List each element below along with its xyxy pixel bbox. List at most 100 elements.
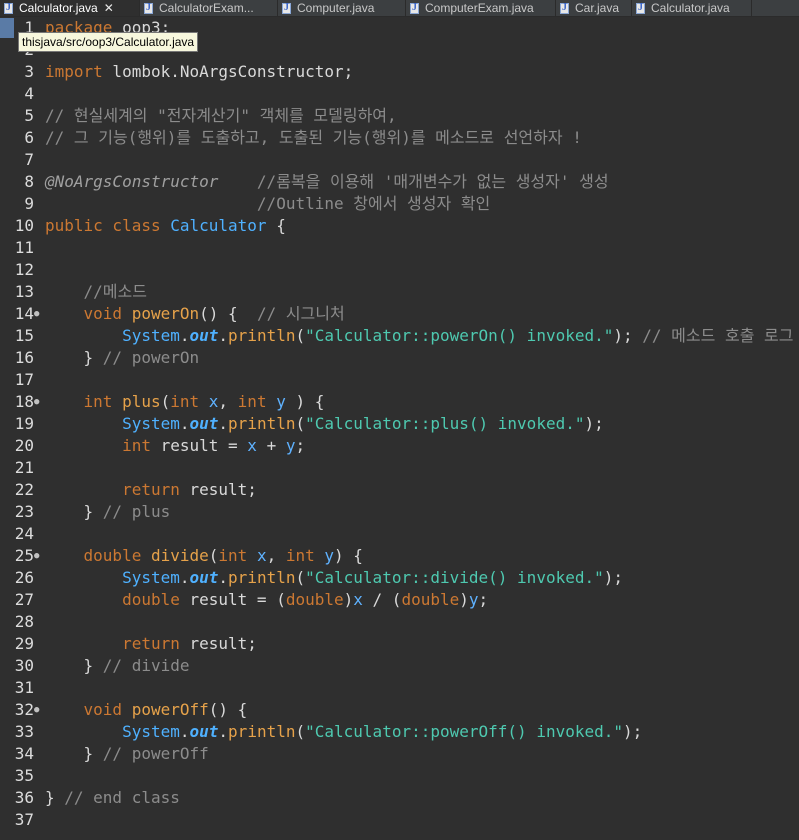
code-line: 25 ● double divide(int x, int y) {: [0, 545, 799, 567]
code-token: ;: [295, 436, 306, 455]
code-token: (: [295, 722, 306, 741]
code-text: System.out.println("Calculator::powerOn(…: [45, 325, 794, 347]
code-token: println: [228, 722, 296, 741]
code-token: int: [285, 546, 325, 565]
code-token: / (: [362, 590, 402, 609]
fold-marker[interactable]: ●: [34, 699, 45, 721]
code-token: println: [228, 326, 296, 345]
code-token: x: [208, 392, 219, 411]
code-line: 5 // 현실세계의 "전자계산기" 객체를 모델링하여,: [0, 105, 799, 127]
code-token: System: [122, 326, 180, 345]
code-token: (: [295, 326, 306, 345]
code-token: // divide: [102, 656, 190, 675]
code-text: @NoArgsConstructor //롬복을 이용해 '매개변수가 없는 생…: [45, 171, 609, 193]
code-token: ,: [266, 546, 286, 565]
code-token: int: [83, 392, 123, 411]
code-token: double: [83, 546, 151, 565]
code-line: 20 int result = x + y;: [0, 435, 799, 457]
line-number: 32: [14, 700, 34, 719]
code-token: // 현실세계의 "전자계산기" 객체를 모델링하여,: [45, 106, 397, 125]
code-line: 7: [0, 149, 799, 171]
code-line: 10 public class Calculator {: [0, 215, 799, 237]
code-line: 29 return result;: [0, 633, 799, 655]
tab-5[interactable]: Calculator.java: [632, 0, 752, 16]
editor-tab-bar: Calculator.java ✕ CalculatorExam... Compute…: [0, 0, 799, 17]
close-icon[interactable]: ✕: [104, 1, 114, 15]
code-token: ): [459, 590, 469, 609]
code-line: 36} // end class: [0, 787, 799, 809]
code-text: int plus(int x, int y ) {: [45, 391, 325, 413]
code-text: void powerOff() {: [45, 699, 248, 721]
fold-marker[interactable]: ●: [34, 391, 45, 413]
code-token: // end class: [64, 788, 180, 807]
code-text: import lombok.NoArgsConstructor;: [45, 61, 353, 83]
code-token: x: [353, 590, 363, 609]
tab-2[interactable]: Computer.java: [278, 0, 406, 16]
code-token: out: [189, 722, 219, 741]
code-line: 6 // 그 기능(행위)를 도출하고, 도출된 기능(행위)를 메소드로 선언하…: [0, 127, 799, 149]
code-line: 13 //메소드: [0, 281, 799, 303]
code-token: println: [228, 568, 296, 587]
code-token: double: [285, 590, 344, 609]
java-file-icon: [4, 2, 13, 14]
line-number: 30: [14, 656, 34, 675]
tab-label: CalculatorExam...: [159, 1, 254, 15]
code-line: 31: [0, 677, 799, 699]
code-line: 8 @NoArgsConstructor //롬복을 이용해 '매개변수가 없는 …: [0, 171, 799, 193]
code-token: result =: [160, 436, 248, 455]
code-token: int: [218, 546, 257, 565]
line-number: 16: [14, 348, 34, 367]
code-token: y: [276, 392, 286, 411]
code-token: () {: [199, 304, 257, 323]
line-number: 28: [14, 612, 34, 631]
code-token: void: [83, 304, 132, 323]
code-token: .: [179, 568, 190, 587]
code-token: // plus: [102, 502, 171, 521]
code-token: System: [122, 568, 180, 587]
code-token: divide: [150, 546, 209, 565]
line-number: 9: [24, 194, 34, 213]
code-token: }: [45, 502, 103, 521]
code-line: 21: [0, 457, 799, 479]
code-token: ,: [218, 392, 238, 411]
code-line: 24: [0, 523, 799, 545]
tab-0[interactable]: Calculator.java ✕: [0, 0, 140, 16]
java-file-icon: [282, 2, 291, 14]
code-token: y: [468, 590, 479, 609]
fold-marker[interactable]: ●: [34, 545, 45, 567]
code-token: // 메소드 호출 로그: [642, 326, 794, 345]
code-token: (: [208, 546, 219, 565]
tab-label: Calculator.java: [19, 1, 98, 15]
tab-1[interactable]: CalculatorExam...: [140, 0, 278, 16]
code-token: y: [324, 546, 335, 565]
code-token: out: [189, 326, 219, 345]
code-line: 3 import lombok.NoArgsConstructor;: [0, 61, 799, 83]
code-line: 12: [0, 259, 799, 281]
tab-label: Car.java: [575, 1, 620, 15]
line-number: 11: [14, 238, 34, 257]
code-token: }: [45, 348, 103, 367]
code-text: System.out.println("Calculator::plus() i…: [45, 413, 604, 435]
code-token: "Calculator::powerOn() invoked.": [305, 326, 614, 345]
code-token: .: [218, 326, 229, 345]
code-token: .: [179, 414, 190, 433]
tab-3[interactable]: ComputerExam.java: [406, 0, 556, 16]
tab-4[interactable]: Car.java: [556, 0, 632, 16]
code-token: ) {: [334, 546, 363, 565]
code-editor[interactable]: 1package oop3;23import lombok.NoArgsCons…: [0, 17, 799, 831]
fold-marker[interactable]: ●: [34, 303, 45, 325]
code-token: .: [179, 326, 190, 345]
code-line: 37: [0, 809, 799, 831]
code-token: +: [256, 436, 286, 455]
code-token: //롬복을 이용해 '매개변수가 없는 생성자' 생성: [256, 172, 609, 191]
code-token: return: [122, 480, 190, 499]
java-file-icon: [636, 2, 645, 14]
code-token: (: [295, 568, 306, 587]
